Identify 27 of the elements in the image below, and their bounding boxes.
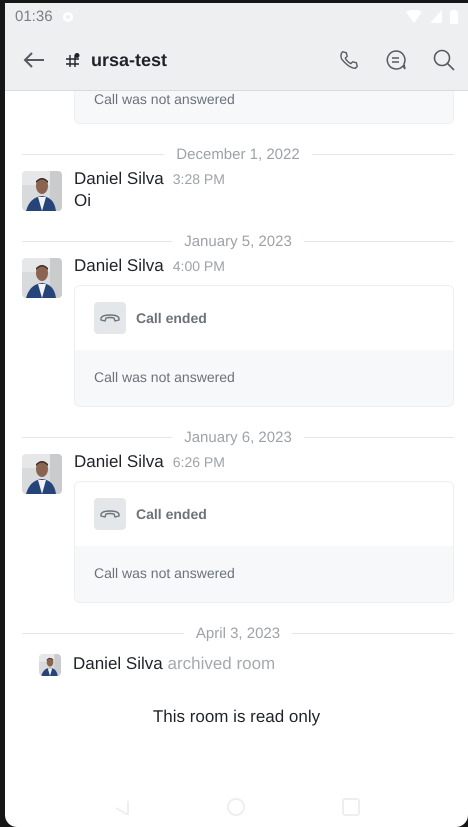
back-button[interactable] <box>23 51 45 69</box>
author-name: Daniel Silva <box>74 452 164 472</box>
system-message: Daniel Silva archived room <box>73 654 276 674</box>
call-note: Call was not answered <box>94 565 235 581</box>
date-divider: April 3, 2023 <box>196 625 280 642</box>
date-divider: January 5, 2023 <box>184 233 292 250</box>
message-time: 4:00 PM <box>172 258 225 274</box>
channel-hash-icon <box>65 52 81 68</box>
call-button[interactable] <box>338 49 360 71</box>
call-status: Call ended <box>136 506 207 522</box>
read-only-notice: This room is read only <box>152 707 322 727</box>
message-time: 3:28 PM <box>172 171 225 187</box>
author-name: Daniel Silva <box>74 256 164 276</box>
phone-hangup-icon <box>99 313 121 323</box>
message-time: 6:26 PM <box>172 454 225 470</box>
phone-hangup-icon <box>99 509 121 519</box>
search-button[interactable] <box>432 48 456 72</box>
date-divider: January 6, 2023 <box>184 429 292 446</box>
call-note: Call was not answered <box>94 91 235 107</box>
author-name: Daniel Silva <box>74 169 164 189</box>
status-time: 01:36 <box>15 8 53 25</box>
room-title: ursa-test <box>91 50 168 70</box>
message-text: Oi <box>74 191 92 211</box>
date-divider: December 1, 2022 <box>176 146 300 163</box>
threads-button[interactable] <box>384 48 408 72</box>
call-note: Call was not answered <box>94 369 235 385</box>
call-status: Call ended <box>136 310 207 326</box>
